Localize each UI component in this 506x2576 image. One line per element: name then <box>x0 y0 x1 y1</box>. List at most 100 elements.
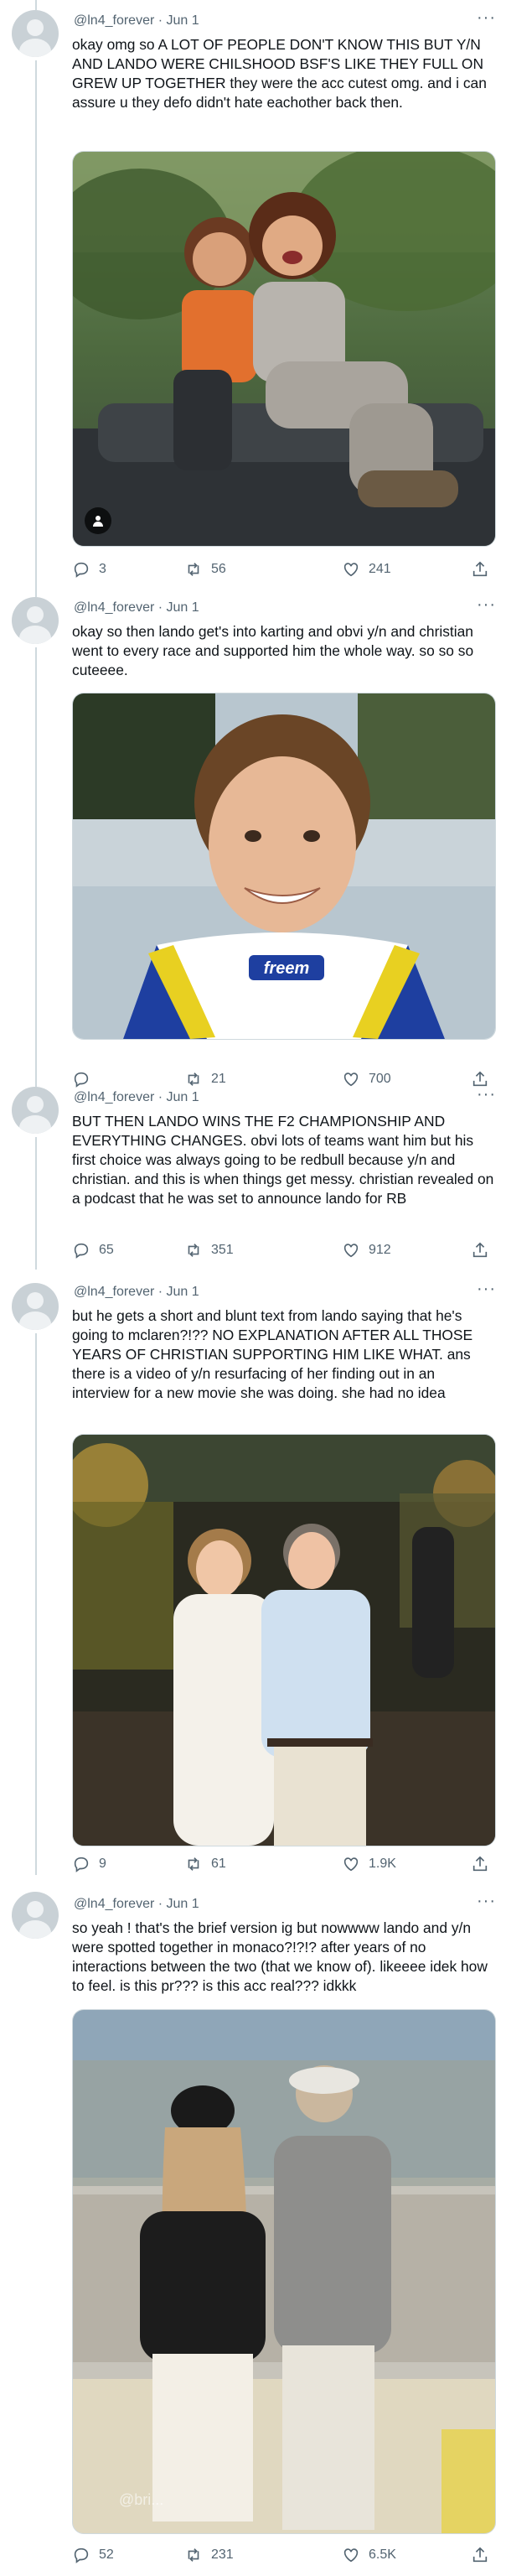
date[interactable]: Jun 1 <box>167 600 199 615</box>
tweet-meta: @ln4_forever · Jun 1 <box>74 13 199 28</box>
thread-line <box>35 1137 37 1270</box>
handle[interactable]: @ln4_forever <box>74 13 154 28</box>
date[interactable]: Jun 1 <box>167 1285 199 1299</box>
avatar[interactable] <box>12 1892 59 1939</box>
share-button[interactable] <box>471 560 489 579</box>
handle[interactable]: @ln4_forever <box>74 1090 154 1104</box>
person-icon[interactable] <box>85 507 111 534</box>
avatar[interactable] <box>12 1283 59 1330</box>
reply-button[interactable]: 52 <box>72 2546 114 2564</box>
retweet-count: 351 <box>211 1243 234 1257</box>
reply-count: 3 <box>99 562 106 576</box>
retweet-icon <box>188 563 199 576</box>
like-count: 912 <box>369 1243 391 1257</box>
handle[interactable]: @ln4_forever <box>74 1285 154 1299</box>
retweet-count: 61 <box>211 1857 226 1871</box>
reply-button[interactable]: 9 <box>72 1855 106 1873</box>
share-icon <box>472 561 488 577</box>
watermark-text: @bri... <box>119 2491 163 2508</box>
like-icon <box>343 1857 359 1872</box>
like-button[interactable]: 241 <box>342 560 391 579</box>
karting-photo: freem <box>73 693 495 1039</box>
retweet-button[interactable]: 231 <box>184 2546 234 2564</box>
reply-icon <box>74 1857 89 1872</box>
monaco-photo: @bri... <box>73 2010 495 2533</box>
reply-icon <box>74 1072 89 1088</box>
reply-count: 52 <box>99 2547 114 2562</box>
like-button[interactable]: 1.9K <box>342 1855 396 1873</box>
tweet-meta: @ln4_forever · Jun 1 <box>74 1897 199 1911</box>
tweet-text: BUT THEN LANDO WINS THE F2 CHAMPIONSHIP … <box>72 1113 498 1207</box>
tweet-actions: 3 56 241 <box>72 560 491 582</box>
suit-logo-text: freem <box>264 959 309 978</box>
tweet-meta: @ln4_forever · Jun 1 <box>74 1285 199 1299</box>
tweet-photo[interactable]: freem <box>72 693 496 1040</box>
date[interactable]: Jun 1 <box>167 1090 199 1104</box>
like-button[interactable]: 6.5K <box>342 2546 396 2564</box>
like-icon <box>343 1072 359 1087</box>
retweet-button[interactable]: 21 <box>184 1070 226 1088</box>
share-button[interactable] <box>471 1855 489 1873</box>
share-icon <box>472 2547 488 2563</box>
like-count: 6.5K <box>369 2547 396 2562</box>
avatar[interactable] <box>12 1087 59 1134</box>
tweet-text: okay so then lando get's into karting an… <box>72 623 478 678</box>
reply-count: 9 <box>99 1857 106 1871</box>
retweet-icon <box>188 1244 199 1257</box>
retweet-button[interactable]: 351 <box>184 1241 234 1259</box>
like-icon <box>343 563 359 577</box>
like-button[interactable]: 700 <box>342 1070 391 1088</box>
thread-line <box>35 60 37 597</box>
childhood-photo <box>73 152 495 546</box>
more-options-icon[interactable]: ··· <box>477 1085 496 1104</box>
tweet-actions: 65 351 912 <box>72 1241 491 1263</box>
share-button[interactable] <box>471 2546 489 2564</box>
share-button[interactable] <box>471 1241 489 1259</box>
thread-line <box>35 1333 37 1875</box>
like-count: 1.9K <box>369 1857 396 1871</box>
like-count: 700 <box>369 1072 391 1086</box>
like-button[interactable]: 912 <box>342 1241 391 1259</box>
share-icon <box>472 1242 488 1258</box>
tweet-text: but he gets a short and blunt text from … <box>72 1307 477 1401</box>
tweet-meta: @ln4_forever · Jun 1 <box>74 1090 199 1104</box>
retweet-count: 231 <box>211 2547 234 2562</box>
avatar[interactable] <box>12 597 59 644</box>
more-options-icon[interactable]: ··· <box>477 1280 496 1299</box>
tweet-actions: 52 231 6.5K <box>72 2546 491 2568</box>
tweet-text: so yeah ! that's the brief version ig bu… <box>72 1919 492 1994</box>
thread-line <box>35 0 37 10</box>
reply-count: 65 <box>99 1243 114 1257</box>
retweet-button[interactable]: 61 <box>184 1855 226 1873</box>
tweet-photo[interactable]: @bri... <box>72 2009 496 2534</box>
thread-line <box>35 647 37 1092</box>
reply-icon <box>74 2547 89 2563</box>
handle[interactable]: @ln4_forever <box>74 600 154 615</box>
more-options-icon[interactable]: ··· <box>477 595 496 615</box>
more-options-icon[interactable]: ··· <box>477 8 496 28</box>
retweet-button[interactable]: 56 <box>184 560 226 579</box>
more-options-icon[interactable]: ··· <box>477 1892 496 1911</box>
reply-icon <box>74 1243 89 1259</box>
event-photo <box>73 1435 495 1846</box>
reply-button[interactable]: 65 <box>72 1241 114 1259</box>
reply-button[interactable] <box>72 1070 99 1088</box>
retweet-icon <box>188 1072 199 1086</box>
tweet-actions: 9 61 1.9K <box>72 1855 491 1877</box>
date[interactable]: Jun 1 <box>167 13 199 28</box>
tweet-text: okay omg so A LOT OF PEOPLE DON'T KNOW T… <box>72 36 491 111</box>
tweet-actions: 21 700 <box>72 1070 491 1092</box>
reply-button[interactable]: 3 <box>72 560 106 579</box>
date[interactable]: Jun 1 <box>167 1897 199 1911</box>
like-icon <box>343 1244 359 1258</box>
handle[interactable]: @ln4_forever <box>74 1897 154 1911</box>
like-count: 241 <box>369 562 391 576</box>
avatar[interactable] <box>12 10 59 57</box>
tweet-meta: @ln4_forever · Jun 1 <box>74 600 199 615</box>
tweet-photo[interactable] <box>72 151 496 547</box>
retweet-count: 56 <box>211 562 226 576</box>
like-icon <box>343 2548 359 2563</box>
reply-icon <box>74 562 89 578</box>
retweet-icon <box>188 2548 199 2562</box>
tweet-photo[interactable] <box>72 1434 496 1846</box>
